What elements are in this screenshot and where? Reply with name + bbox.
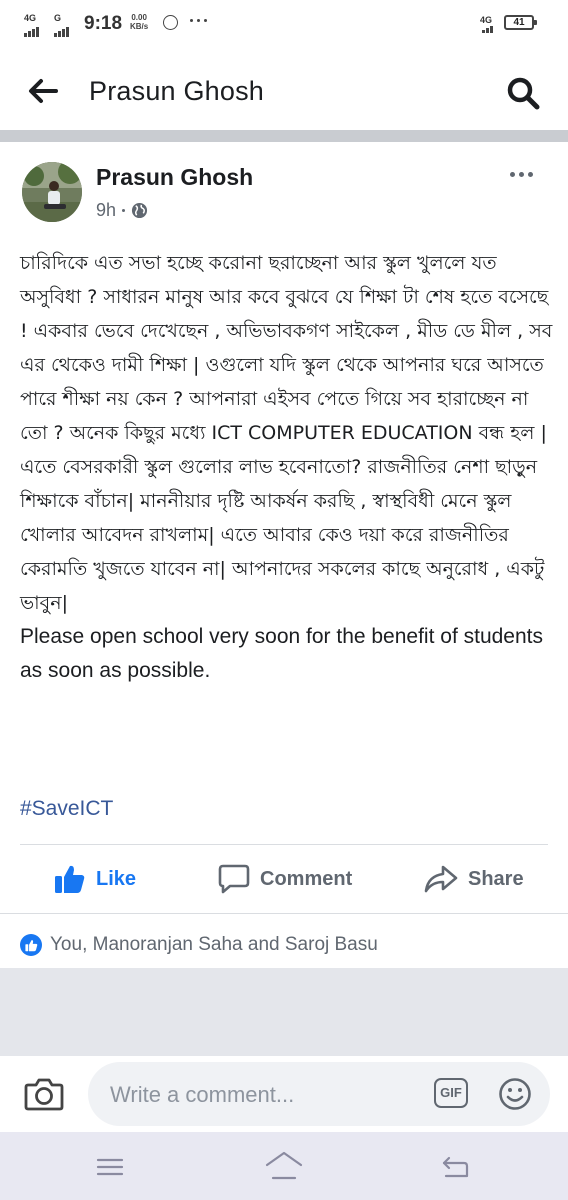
post-author[interactable]: Prasun Ghosh xyxy=(96,164,253,191)
comment-bubble-icon xyxy=(218,864,250,894)
status-bar: 4G G 9:18 0.00 KB/s 4G 41 xyxy=(0,0,568,50)
more-options-button[interactable] xyxy=(510,172,533,177)
signal-strength-icon xyxy=(24,27,39,37)
emoji-button[interactable] xyxy=(498,1077,532,1111)
post-text-bengali: চারিদিকে এত সভা হচ্ছে করোনা ছরাচ্ছেনা আর… xyxy=(20,252,553,614)
home-button[interactable] xyxy=(264,1150,304,1182)
whatsapp-icon xyxy=(163,15,178,30)
network-type-2: G xyxy=(54,13,62,23)
app-header: Prasun Ghosh xyxy=(0,50,568,130)
like-reaction-icon xyxy=(20,934,42,956)
post-text-english: Please open school very soon for the ben… xyxy=(20,625,544,682)
share-button[interactable]: Share xyxy=(424,845,524,913)
hashtag-link[interactable]: #SaveICT xyxy=(20,797,113,821)
back-arrow-icon xyxy=(442,1156,469,1178)
reactions-text: You, Manoranjan Saha and Saroj Basu xyxy=(50,934,378,955)
page-title: Prasun Ghosh xyxy=(89,76,264,106)
comment-input[interactable] xyxy=(108,1062,432,1128)
avatar-image xyxy=(22,162,82,222)
globe-icon xyxy=(131,202,148,219)
post-time[interactable]: 9h xyxy=(96,200,116,221)
battery-icon: 41 xyxy=(504,15,537,30)
recent-apps-button[interactable] xyxy=(96,1157,124,1177)
feed-background xyxy=(0,968,568,1056)
like-label: Like xyxy=(96,867,137,890)
avatar[interactable] xyxy=(22,162,82,222)
reactions-divider xyxy=(0,913,568,914)
like-button[interactable]: Like xyxy=(54,845,136,913)
gif-button[interactable]: GIF xyxy=(434,1078,468,1108)
post-meta: 9h xyxy=(96,200,148,221)
comment-button[interactable]: Comment xyxy=(218,845,352,913)
share-arrow-icon xyxy=(424,865,458,893)
header-divider xyxy=(0,130,568,142)
post-actions: Like Comment Share xyxy=(0,845,568,913)
network-speed: 0.00 KB/s xyxy=(130,13,148,31)
network-type-right: 4G xyxy=(480,15,493,25)
search-icon xyxy=(507,77,540,110)
post-body: চারিদিকে এত সভা হচ্ছে করোনা ছরাচ্ছেনা আর… xyxy=(20,246,556,688)
reactions-summary[interactable]: You, Manoranjan Saha and Saroj Basu xyxy=(20,934,378,956)
camera-icon xyxy=(24,1078,64,1111)
post-header: Prasun Ghosh 9h xyxy=(0,142,568,242)
thumbs-up-icon xyxy=(55,865,85,893)
signal-strength-icon xyxy=(482,26,493,33)
back-button[interactable] xyxy=(26,76,60,106)
signal-strength-icon xyxy=(54,27,69,37)
arrow-left-icon xyxy=(29,79,58,103)
share-label: Share xyxy=(468,867,524,890)
home-icon xyxy=(265,1151,303,1180)
search-button[interactable] xyxy=(506,76,540,110)
back-nav-button[interactable] xyxy=(440,1152,470,1180)
camera-button[interactable] xyxy=(24,1076,64,1112)
comment-box: GIF xyxy=(88,1062,550,1128)
comment-label: Comment xyxy=(260,867,353,890)
meta-separator xyxy=(122,209,126,212)
menu-icon xyxy=(96,1158,124,1176)
network-speed-unit: KB/s xyxy=(130,22,149,31)
system-nav-bar xyxy=(0,1132,568,1200)
comment-composer: GIF xyxy=(0,1056,568,1132)
network-speed-value: 0.00 xyxy=(131,13,147,22)
more-notifications-icon xyxy=(190,19,207,22)
status-time: 9:18 xyxy=(84,13,123,34)
smiley-icon xyxy=(499,1078,531,1110)
network-type-1: 4G xyxy=(24,13,37,23)
